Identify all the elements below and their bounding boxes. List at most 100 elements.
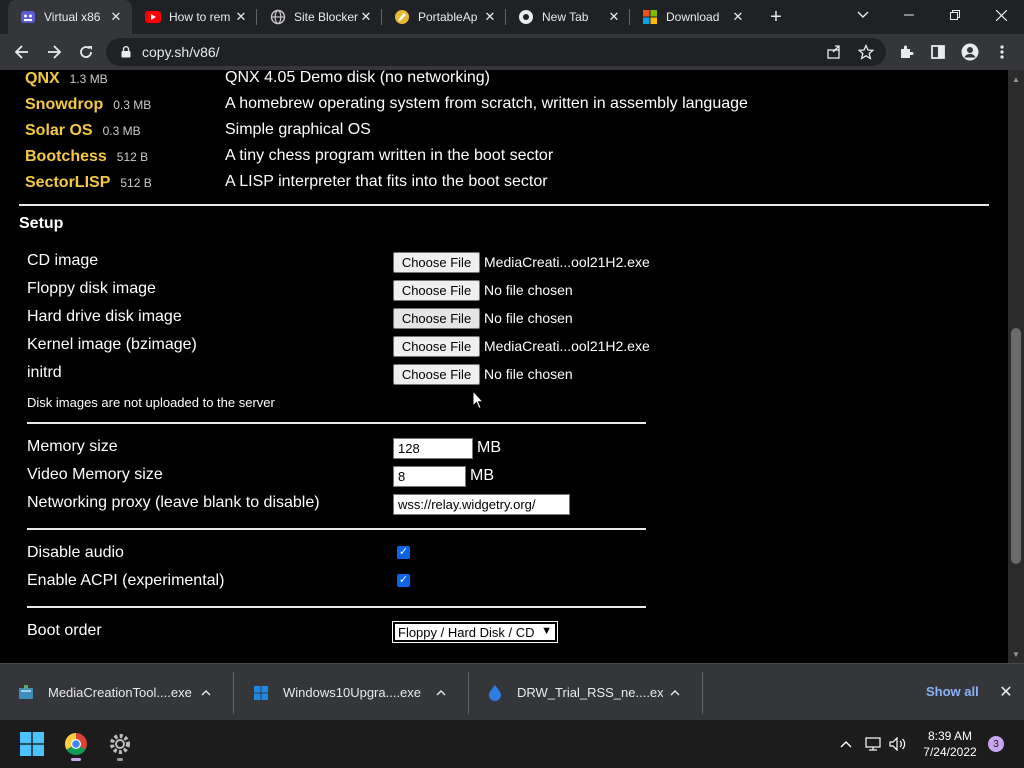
hard-drive-image-choose-file-button[interactable]: Choose File [393, 308, 480, 329]
microsoft-icon [642, 9, 658, 25]
floppy-image-choose-file-button[interactable]: Choose File [393, 280, 480, 301]
os-list-item[interactable]: QNX 1.3 MB [25, 70, 108, 91]
memory-size-input[interactable]: 128 [393, 438, 473, 459]
tab-search-icon[interactable] [840, 0, 886, 30]
kernel-image-choose-file-button[interactable]: Choose File [393, 336, 480, 357]
close-icon[interactable]: ✕ [996, 682, 1016, 702]
youtube-icon [145, 9, 161, 25]
close-icon[interactable]: ✕ [606, 9, 622, 25]
lock-icon[interactable] [112, 46, 140, 58]
disable-audio-label: Disable audio [27, 544, 124, 561]
os-list-item[interactable]: SectorLISP 512 B [25, 171, 152, 195]
chevron-up-icon[interactable] [836, 734, 856, 754]
chevron-up-icon[interactable] [663, 689, 687, 696]
address-bar[interactable]: copy.sh/v86/ [106, 38, 886, 66]
os-description: A tiny chess program written in the boot… [225, 147, 554, 164]
url-text: copy.sh/v86/ [142, 44, 220, 60]
chevron-up-icon[interactable] [194, 689, 218, 696]
tab-separator [256, 9, 257, 25]
cd-image-choose-file-button[interactable]: Choose File [393, 252, 480, 273]
floppy-image-filename: No file chosen [484, 282, 573, 298]
share-icon[interactable] [820, 38, 848, 66]
os-description: Simple graphical OS [225, 121, 371, 138]
close-icon[interactable]: ✕ [730, 9, 746, 25]
download-item[interactable]: MediaCreationTool....exe [0, 664, 234, 721]
close-icon[interactable]: ✕ [108, 9, 124, 25]
windows-start-icon[interactable] [16, 728, 48, 760]
hard-drive-image-filename: No file chosen [484, 310, 573, 326]
kernel-image-label: Kernel image (bzimage) [27, 336, 197, 353]
tab-virtual-x86[interactable]: Virtual x86 ✕ [8, 0, 132, 34]
volume-icon[interactable] [888, 734, 908, 754]
forward-arrow-icon[interactable] [40, 38, 68, 66]
os-name[interactable]: QNX [25, 70, 60, 88]
tab-site-blocker[interactable]: Site Blocker ✕ [258, 0, 382, 34]
download-item[interactable]: DRW_Trial_RSS_ne....exe [469, 664, 703, 721]
chevron-up-icon[interactable] [429, 689, 453, 696]
reload-icon[interactable] [72, 38, 100, 66]
boot-order-label: Boot order [27, 622, 102, 639]
network-icon[interactable] [864, 734, 884, 754]
divider [27, 528, 646, 530]
disable-audio-checkbox[interactable]: ✓ [397, 546, 410, 559]
video-memory-label: Video Memory size [27, 466, 163, 483]
system-clock[interactable]: 8:39 AM 7/24/2022 [918, 728, 982, 760]
enable-acpi-label: Enable ACPI (experimental) [27, 572, 225, 589]
download-filename: DRW_Trial_RSS_ne....exe [517, 685, 663, 700]
close-window-button[interactable] [978, 0, 1024, 30]
restore-button[interactable] [932, 0, 978, 30]
os-size: 0.3 MB [113, 98, 152, 112]
video-memory-unit: MB [470, 467, 494, 484]
enable-acpi-checkbox[interactable]: ✓ [397, 574, 410, 587]
video-memory-input[interactable]: 8 [393, 466, 466, 487]
drw-icon [487, 684, 503, 701]
vertical-scrollbar[interactable]: ▲ ▼ [1008, 70, 1024, 663]
close-icon[interactable]: ✕ [233, 9, 249, 25]
new-tab-button[interactable]: + [764, 5, 788, 29]
divider [27, 422, 646, 424]
memory-unit: MB [477, 439, 501, 456]
os-name[interactable]: Bootchess [25, 148, 107, 166]
tab-title: Download [666, 10, 720, 24]
scrollbar-thumb[interactable] [1011, 328, 1021, 564]
os-name[interactable]: Solar OS [25, 122, 93, 140]
globe-icon [270, 9, 286, 25]
os-list-item[interactable]: Snowdrop 0.3 MB [25, 93, 151, 117]
side-panel-icon[interactable] [924, 38, 952, 66]
os-size: 1.3 MB [69, 72, 108, 86]
menu-dots-icon[interactable] [988, 38, 1016, 66]
close-icon[interactable]: ✕ [482, 9, 498, 25]
portableapps-icon [394, 9, 410, 25]
os-list-item[interactable]: Solar OS 0.3 MB [25, 119, 141, 143]
tab-new-tab[interactable]: New Tab ✕ [506, 0, 630, 34]
settings-gear-icon[interactable] [104, 728, 136, 761]
profile-icon[interactable] [956, 38, 984, 66]
tab-download[interactable]: Download ✕ [630, 0, 754, 34]
os-list-item[interactable]: Bootchess 512 B [25, 145, 148, 169]
initrd-choose-file-button[interactable]: Choose File [393, 364, 480, 385]
extensions-icon[interactable] [892, 38, 920, 66]
divider [702, 672, 703, 714]
os-description: A LISP interpreter that fits into the bo… [225, 173, 548, 190]
chrome-icon[interactable] [60, 728, 92, 761]
download-item[interactable]: Windows10Upgra....exe [235, 664, 469, 721]
mouse-cursor-icon [472, 390, 484, 410]
notification-badge[interactable]: 3 [988, 736, 1004, 752]
initrd-filename: No file chosen [484, 366, 573, 382]
scroll-up-icon[interactable]: ▲ [1008, 72, 1024, 86]
tab-how-to-rem[interactable]: How to rem ✕ [133, 0, 257, 34]
minimize-button[interactable] [886, 0, 932, 30]
back-arrow-icon[interactable] [8, 38, 36, 66]
proxy-input[interactable]: wss://relay.widgetry.org/ [393, 494, 570, 515]
v86-icon [20, 9, 36, 25]
tab-portableapps[interactable]: PortableAp ✕ [382, 0, 506, 34]
tab-title: Virtual x86 [44, 10, 101, 24]
bookmark-star-icon[interactable] [852, 38, 880, 66]
os-name[interactable]: SectorLISP [25, 174, 110, 192]
scroll-down-icon[interactable]: ▼ [1008, 647, 1024, 661]
os-name[interactable]: Snowdrop [25, 96, 103, 114]
show-all-link[interactable]: Show all [926, 684, 979, 699]
boot-order-select[interactable]: Floppy / Hard Disk / CD ▼ [392, 621, 558, 643]
close-icon[interactable]: ✕ [358, 9, 374, 25]
active-app-indicator [71, 758, 81, 761]
